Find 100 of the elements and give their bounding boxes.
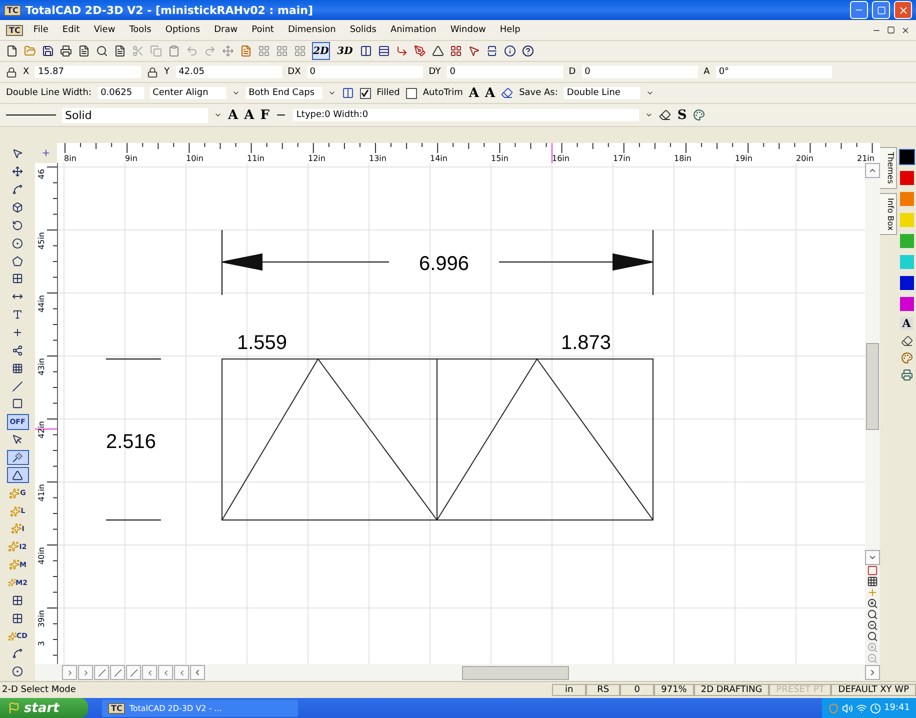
dropdown-icon[interactable] [328, 89, 336, 97]
menu-item[interactable]: View [90, 25, 120, 35]
drawing-canvas[interactable]: 6.996 1.559 1.873 2.516 [58, 163, 865, 665]
ruler-label: 44in [37, 295, 46, 312]
side-tab[interactable]: Themes [880, 147, 897, 189]
dropdown-icon[interactable] [645, 111, 654, 119]
triangle-icon[interactable] [432, 45, 444, 57]
text-color-button[interactable]: A [900, 317, 913, 330]
coordinate-label: A [704, 67, 710, 77]
scroll-down-icon[interactable] [868, 553, 877, 562]
tool-button[interactable] [6, 450, 28, 466]
tool-button[interactable] [6, 467, 28, 484]
eraser-icon[interactable] [900, 335, 912, 347]
scroll-left-icon[interactable] [193, 668, 202, 677]
font-button[interactable]: A [468, 86, 479, 100]
menu-item[interactable]: File [29, 25, 52, 35]
coordinate-field[interactable]: 42.05 [176, 66, 282, 78]
arrow-icon[interactable] [396, 45, 408, 57]
folder-icon[interactable] [24, 45, 36, 57]
menu-item[interactable]: Draw [210, 25, 242, 35]
eraser-icon[interactable] [501, 87, 514, 99]
pen-icon[interactable] [414, 45, 426, 57]
scroll-up-icon[interactable] [868, 166, 877, 175]
document-icon[interactable] [78, 45, 90, 57]
font-button[interactable]: A [484, 86, 496, 100]
scroll-thumb[interactable] [462, 666, 569, 680]
view-mode-button[interactable]: 2D [312, 42, 330, 60]
dropdown-icon[interactable] [646, 89, 654, 97]
coordinate-field[interactable]: 0 [446, 66, 563, 78]
font-button[interactable]: F [260, 108, 270, 122]
lock-icon[interactable] [6, 66, 17, 78]
restore-icon[interactable] [887, 26, 895, 34]
width-field[interactable]: 0.0625 [98, 87, 144, 99]
page-icon[interactable] [240, 45, 252, 57]
sparkle-icon [8, 577, 16, 588]
save-as-dropdown[interactable]: Double Line [564, 87, 640, 99]
close-icon[interactable] [901, 26, 910, 34]
scroll-thumb[interactable] [866, 343, 879, 430]
eraser-icon[interactable] [659, 109, 672, 121]
lock-icon[interactable] [147, 66, 158, 78]
file-icon[interactable] [6, 45, 18, 57]
printer-icon[interactable] [60, 45, 72, 57]
close-button[interactable] [894, 1, 912, 19]
style-button[interactable]: S [677, 108, 687, 122]
help-icon[interactable] [522, 45, 534, 57]
zoom-in-icon[interactable] [867, 598, 878, 609]
menu-item[interactable]: Point [248, 25, 278, 35]
palette-icon[interactable] [692, 109, 705, 121]
zoom-icon[interactable] [867, 609, 878, 620]
menu-item[interactable]: Edit [58, 25, 84, 35]
dropdown-icon[interactable] [232, 89, 240, 97]
autotrim-checkbox[interactable] [406, 88, 417, 98]
horizontal-scrollbar[interactable] [35, 664, 880, 681]
save-icon[interactable] [42, 45, 54, 57]
zoom-out-icon[interactable] [867, 620, 878, 631]
menu-item[interactable]: Window [446, 25, 490, 35]
pointer-icon[interactable] [468, 45, 480, 57]
document-icon[interactable] [114, 45, 126, 57]
palette-icon[interactable] [900, 352, 912, 364]
side-tab[interactable]: Info Box [880, 192, 897, 236]
menu-item[interactable]: Help [496, 25, 524, 35]
align-dropdown[interactable]: Center Align [150, 87, 226, 99]
square-icon[interactable] [867, 565, 878, 576]
line-type-dropdown[interactable]: Ltype:0 Width:0 [293, 109, 640, 121]
coordinate-field[interactable]: 0° [716, 66, 832, 78]
maximize-button[interactable] [872, 1, 890, 19]
vertical-scrollbar[interactable] [865, 163, 880, 664]
minimize-button[interactable] [850, 1, 868, 19]
coordinate-field[interactable]: 0 [306, 66, 423, 78]
speaker-icon[interactable] [842, 702, 854, 714]
zoom-icon[interactable] [867, 631, 878, 642]
panel-icon[interactable] [486, 45, 498, 57]
network-icon[interactable] [856, 702, 868, 714]
coordinate-field[interactable]: 15.87 [35, 66, 142, 78]
menu-item[interactable]: Solids [346, 25, 380, 35]
menu-item[interactable]: Dimension [284, 25, 340, 35]
app-logo: TC [4, 4, 22, 16]
view-mode-button[interactable]: 3D [336, 42, 354, 60]
columns-icon[interactable] [360, 45, 372, 57]
info-icon[interactable] [504, 45, 516, 57]
paste-icon[interactable] [168, 45, 180, 57]
printer-icon[interactable] [900, 369, 912, 381]
preview-icon[interactable] [96, 45, 108, 57]
line-style-dropdown[interactable]: Solid [62, 108, 208, 122]
taskbar-button[interactable]: TC TotalCAD 2D-3D V2 - ... [102, 700, 298, 716]
scroll-right-icon[interactable] [868, 668, 877, 677]
menu-item[interactable]: Options [161, 25, 204, 35]
coordinate-field[interactable]: 0 [582, 66, 698, 78]
dropdown-icon[interactable] [214, 111, 222, 119]
font-button[interactable]: A [244, 108, 254, 122]
clock-icon[interactable] [870, 702, 882, 714]
ruler-label: 12in [308, 154, 326, 163]
plus-icon[interactable] [41, 148, 51, 158]
filled-checkbox[interactable] [360, 88, 371, 98]
color-swatch[interactable] [898, 149, 914, 165]
menu-item[interactable]: Animation [386, 25, 440, 35]
windows-flag-icon[interactable] [8, 702, 20, 714]
caps-dropdown[interactable]: Both End Caps [246, 87, 322, 99]
menu-item[interactable]: Tools [125, 25, 156, 35]
font-button[interactable]: A [228, 108, 238, 122]
